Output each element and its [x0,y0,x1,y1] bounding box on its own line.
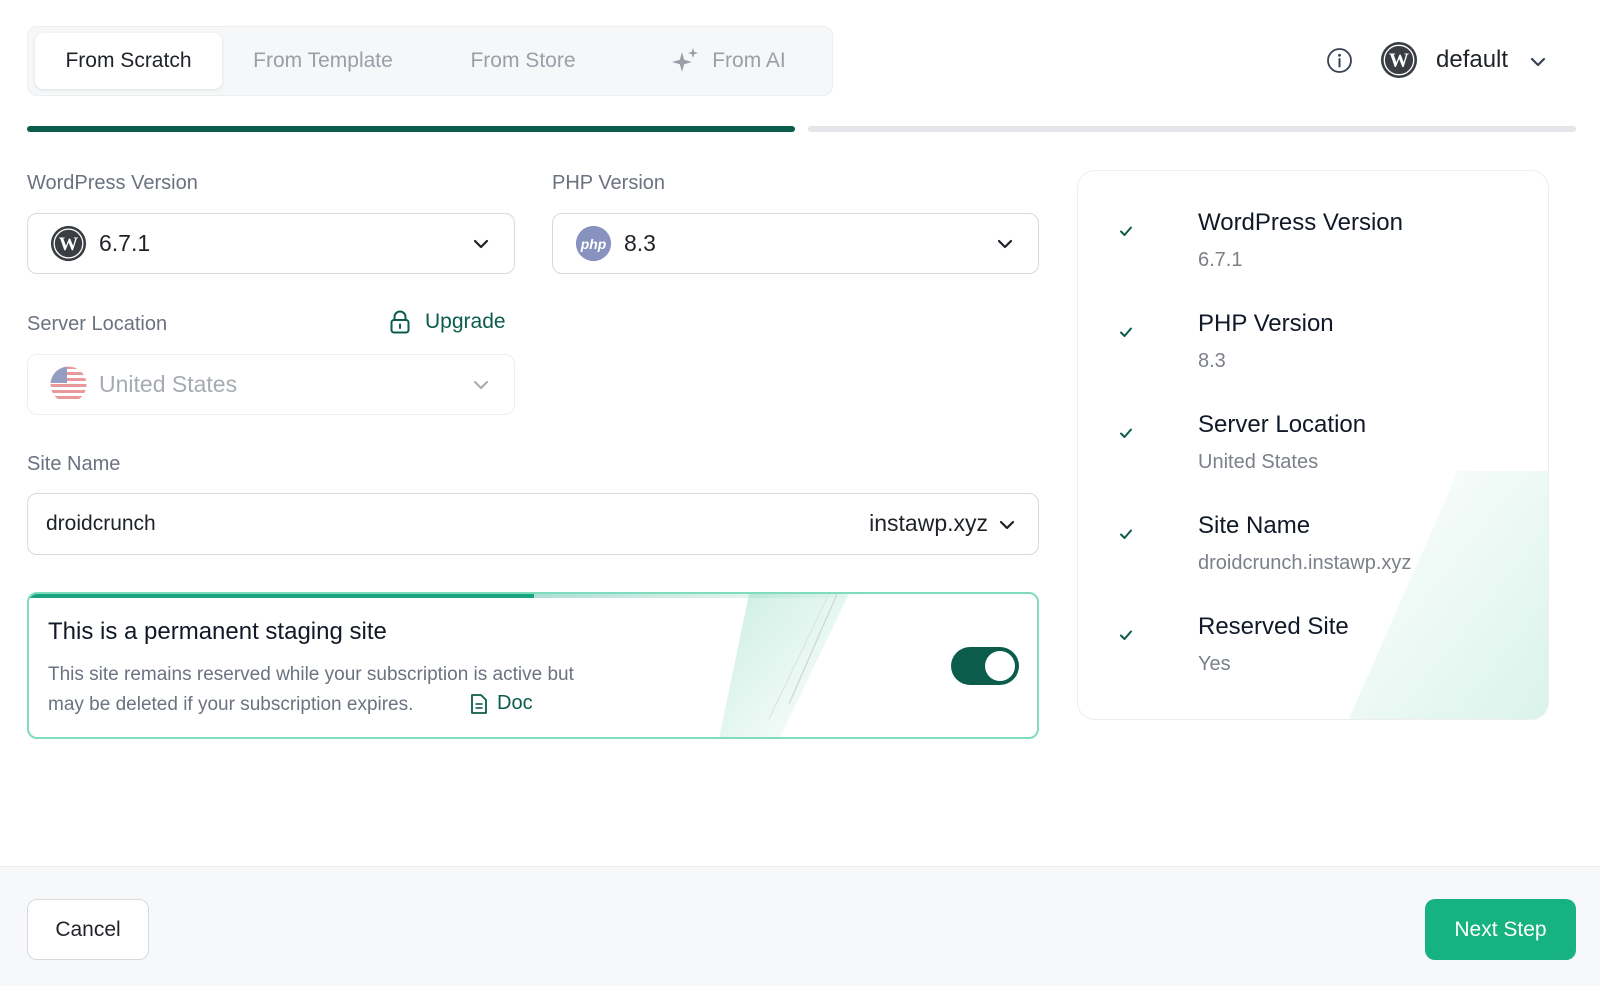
wordpress-logo-icon: W [50,225,87,262]
card-accent-bar [29,594,534,598]
tab-label: From AI [712,49,786,72]
us-flag-icon [50,366,87,403]
site-name-input[interactable] [46,508,746,540]
site-name-label: Site Name [27,453,121,475]
progress-step-1 [27,126,795,132]
chevron-down-icon [997,239,1013,249]
progress-step-2 [808,126,1576,132]
summary-value: United States [1198,451,1319,473]
chevron-down-icon [473,239,489,249]
summary-value: 6.7.1 [1198,249,1243,271]
tab-label: From Scratch [65,49,192,72]
php-version-value: 8.3 [624,230,656,256]
check-icon [1120,327,1132,337]
decorative-glow [1348,471,1548,719]
php-logo-icon: php [575,225,612,262]
staging-toggle[interactable] [951,647,1019,685]
tab-label: From Store [470,49,576,72]
svg-text:php: php [580,236,607,252]
summary-label: WordPress Version [1198,209,1403,236]
staging-description-1: This site remains reserved while your su… [48,664,574,685]
summary-panel: WordPress Version 6.7.1 PHP Version 8.3 … [1077,170,1549,720]
summary-value: 8.3 [1198,350,1226,372]
chevron-down-icon [474,381,488,389]
check-icon [1120,428,1132,438]
wp-version-value: 6.7.1 [99,230,151,256]
upgrade-link[interactable]: Upgrade [387,309,506,335]
wp-version-label: WordPress Version [27,172,198,194]
check-icon [1120,529,1132,539]
tab-from-scratch[interactable]: From Scratch [35,33,222,89]
doc-link[interactable]: Doc [469,692,533,715]
doc-label: Doc [497,692,533,714]
lock-icon [390,310,410,334]
summary-label: Server Location [1198,411,1367,438]
wp-version-select[interactable]: W 6.7.1 [27,213,515,274]
upgrade-label: Upgrade [425,310,506,333]
summary-label: Site Name [1198,512,1311,539]
next-step-button[interactable]: Next Step [1425,899,1576,960]
check-icon [1120,630,1132,640]
check-icon [1120,226,1132,236]
php-version-select[interactable]: php 8.3 [552,213,1039,274]
svg-text:W: W [1389,50,1409,72]
staging-title: This is a permanent staging site [48,618,387,645]
tab-label: From Template [253,49,393,72]
toggle-knob [985,651,1015,681]
summary-value: droidcrunch.instawp.xyz [1198,552,1412,574]
document-icon [471,693,487,714]
info-icon[interactable] [1326,47,1353,74]
domain-select[interactable]: instawp.xyz [869,510,988,537]
creation-method-tabs: From Scratch From Template From Store Fr… [27,26,833,96]
tab-from-ai[interactable]: From AI [628,33,828,89]
tab-from-store[interactable]: From Store [428,33,618,89]
chevron-down-icon[interactable] [996,514,1018,536]
wordpress-logo-icon[interactable]: W [1380,41,1418,79]
tab-from-template[interactable]: From Template [228,33,418,89]
summary-value: Yes [1198,653,1231,675]
decorative-glow [719,594,849,737]
chevron-down-icon[interactable] [1528,52,1548,72]
php-version-label: PHP Version [552,172,666,194]
summary-label: PHP Version [1198,310,1334,337]
permanent-staging-card: This is a permanent staging site This si… [27,592,1039,739]
server-location-select[interactable]: United States [27,354,515,415]
account-name[interactable]: default [1436,46,1508,74]
sparkles-icon [672,48,699,72]
summary-label: Reserved Site [1198,613,1349,640]
svg-text:W: W [59,234,79,255]
server-location-label: Server Location [27,313,168,335]
staging-description-2: may be deleted if your subscription expi… [48,694,414,715]
site-name-field: instawp.xyz [27,493,1039,555]
server-location-value: United States [99,371,238,397]
footer-bar: Cancel Next Step [0,866,1600,986]
cancel-button[interactable]: Cancel [27,899,149,960]
